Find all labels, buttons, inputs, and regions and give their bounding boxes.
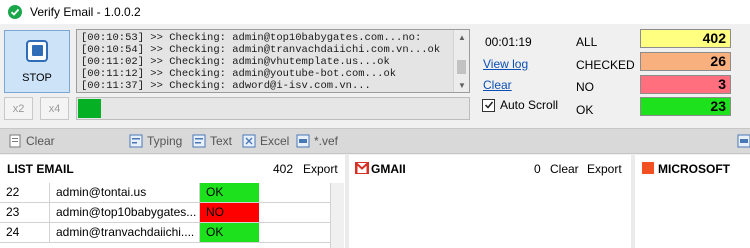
log-line: [00:10:53] >> Checking: admin@top10babyg… <box>81 32 422 44</box>
row-number: 24 <box>0 223 50 242</box>
auto-scroll-checkbox[interactable] <box>482 98 495 112</box>
progress-fill <box>78 99 101 118</box>
elapsed-timer: 00:01:19 <box>485 35 532 49</box>
scroll-thumb[interactable] <box>457 60 466 74</box>
list-email-scrollbar[interactable] <box>330 183 344 248</box>
gmail-clear-button[interactable]: Clear <box>550 162 579 176</box>
list-email-panel: LIST EMAIL 402 Export 22 admin@tontai.us… <box>0 155 345 248</box>
auto-scroll-toggle[interactable]: Auto Scroll <box>482 98 558 112</box>
gmail-header: GMAII 0 Clear Export <box>349 155 631 182</box>
toolbar-vef-label: *.vef <box>314 134 339 148</box>
stop-button[interactable]: STOP <box>4 30 70 93</box>
stop-icon <box>26 39 48 62</box>
window-title: Verify Email - 1.0.0.2 <box>30 5 141 19</box>
excel-icon <box>242 134 256 148</box>
microsoft-title: MICROSOFT <box>658 161 730 176</box>
stop-label: STOP <box>22 71 52 84</box>
stat-label-ok: OK <box>576 103 594 117</box>
gmail-panel: GMAII 0 Clear Export <box>349 155 631 248</box>
gmail-count: 0 <box>534 161 541 176</box>
export-icon <box>737 134 750 148</box>
table-row[interactable]: 23 admin@top10babygates... NO <box>0 203 330 223</box>
view-log-link[interactable]: View log <box>483 57 528 71</box>
list-email-count: 402 <box>273 161 294 176</box>
list-email-title: LIST EMAIL <box>7 161 74 176</box>
log-output[interactable]: [00:10:53] >> Checking: admin@top10babyg… <box>76 29 470 93</box>
gmail-title: GMAII <box>371 161 406 176</box>
auto-scroll-label: Auto Scroll <box>500 98 559 112</box>
toolbar-excel-button[interactable]: Excel <box>242 134 289 148</box>
list-email-export-button[interactable]: Export <box>303 162 338 176</box>
row-status: OK <box>200 183 259 202</box>
title-bar: Verify Email - 1.0.0.2 <box>0 0 750 24</box>
stat-value-checked: 26 <box>640 52 731 71</box>
row-status: OK <box>200 223 259 242</box>
row-number: 23 <box>0 203 50 222</box>
toolbar-typing-button[interactable]: Typing <box>129 134 182 148</box>
app-check-icon <box>8 5 22 19</box>
list-email-header: LIST EMAIL 402 Export <box>0 155 345 182</box>
toolbar-typing-label: Typing <box>147 134 183 148</box>
row-number: 22 <box>0 183 50 202</box>
log-line: [00:11:02] >> Checking: admin@vhutemplat… <box>81 56 390 68</box>
microsoft-panel: MICROSOFT <box>635 155 750 248</box>
stat-value-ok: 23 <box>640 97 731 116</box>
stat-value-no: 3 <box>640 75 731 94</box>
log-scrollbar[interactable]: ▲ ▼ <box>453 30 469 92</box>
clear-link[interactable]: Clear <box>483 78 512 92</box>
row-email: admin@tranvachdaiichi.... <box>50 223 200 242</box>
microsoft-header: MICROSOFT <box>635 155 750 182</box>
toolbar-clear-label: Clear <box>26 134 55 148</box>
vef-file-icon <box>296 134 310 148</box>
row-email: admin@tontai.us <box>50 183 200 202</box>
progress-bar <box>76 97 470 120</box>
gmail-icon <box>355 162 369 177</box>
log-line: [00:11:37] >> Checking: adword@i-isv.com… <box>81 80 371 92</box>
row-status: NO <box>200 203 259 222</box>
toolbar-right-button[interactable] <box>737 134 750 148</box>
toolbar-clear-button[interactable]: Clear <box>8 134 55 148</box>
table-row[interactable]: 22 admin@tontai.us OK <box>0 183 330 203</box>
stat-label-checked: CHECKED <box>576 58 635 72</box>
toolbar-text-button[interactable]: Text <box>192 134 232 148</box>
x2-button[interactable]: x2 <box>4 97 33 120</box>
log-line: [00:11:12] >> Checking: admin@youtube-bo… <box>81 68 397 80</box>
stat-label-all: ALL <box>576 35 598 49</box>
toolbar-text-label: Text <box>210 134 233 148</box>
x4-button[interactable]: x4 <box>40 97 69 120</box>
stat-value-all: 402 <box>640 29 731 48</box>
text-file-icon <box>192 134 206 148</box>
scroll-down-icon[interactable]: ▼ <box>454 78 469 92</box>
microsoft-icon <box>642 162 654 174</box>
typing-icon <box>129 134 143 148</box>
toolbar-vef-button[interactable]: *.vef <box>296 134 338 148</box>
log-line: [00:10:54] >> Checking: admin@tranvachda… <box>81 44 441 56</box>
scroll-up-icon[interactable]: ▲ <box>454 30 469 44</box>
clear-icon <box>8 134 22 148</box>
toolbar-excel-label: Excel <box>260 134 290 148</box>
stat-label-no: NO <box>576 80 594 94</box>
gmail-export-button[interactable]: Export <box>587 162 622 176</box>
table-row[interactable]: 24 admin@tranvachdaiichi.... OK <box>0 223 330 243</box>
toolbar: Clear Typing Text Excel *.vef <box>0 128 750 154</box>
row-email: admin@top10babygates... <box>50 203 200 222</box>
